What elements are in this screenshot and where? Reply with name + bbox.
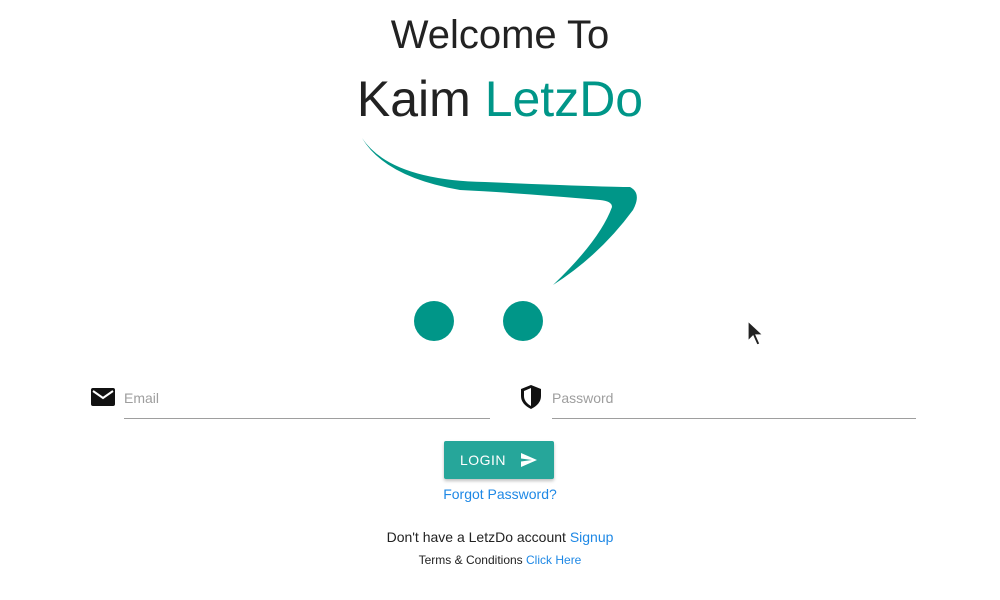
send-icon: [521, 453, 538, 467]
email-field-group: [88, 380, 490, 420]
mail-icon: [91, 388, 115, 406]
email-input[interactable]: [124, 386, 490, 410]
password-input[interactable]: [552, 386, 916, 410]
login-label: LOGIN: [459, 452, 507, 468]
password-underline: [552, 380, 916, 419]
signup-row: Don't have a LetzDo account Signup: [0, 529, 1000, 545]
brand-accent-word: LetzDo: [484, 71, 644, 127]
shopping-cart-icon: [362, 138, 637, 341]
terms-text: Terms & Conditions: [418, 553, 523, 567]
terms-row: Terms & Conditions Click Here: [0, 553, 1000, 567]
forgot-password-link[interactable]: Forgot Password?: [443, 486, 557, 502]
email-underline: [124, 380, 490, 419]
password-field-group: [516, 380, 918, 420]
mouse-pointer-icon: [747, 320, 765, 346]
login-button[interactable]: LOGIN: [444, 441, 554, 479]
terms-link[interactable]: Click Here: [526, 553, 581, 567]
forgot-password-row: Forgot Password?: [0, 486, 1000, 502]
shield-icon: [521, 385, 541, 409]
signup-link[interactable]: Signup: [570, 529, 614, 545]
signup-text: Don't have a LetzDo account: [386, 529, 566, 545]
brand-first-word: Kaim: [356, 71, 471, 127]
brand-title: Kaim LetzDo: [0, 70, 1000, 128]
welcome-heading: Welcome To: [390, 13, 610, 57]
